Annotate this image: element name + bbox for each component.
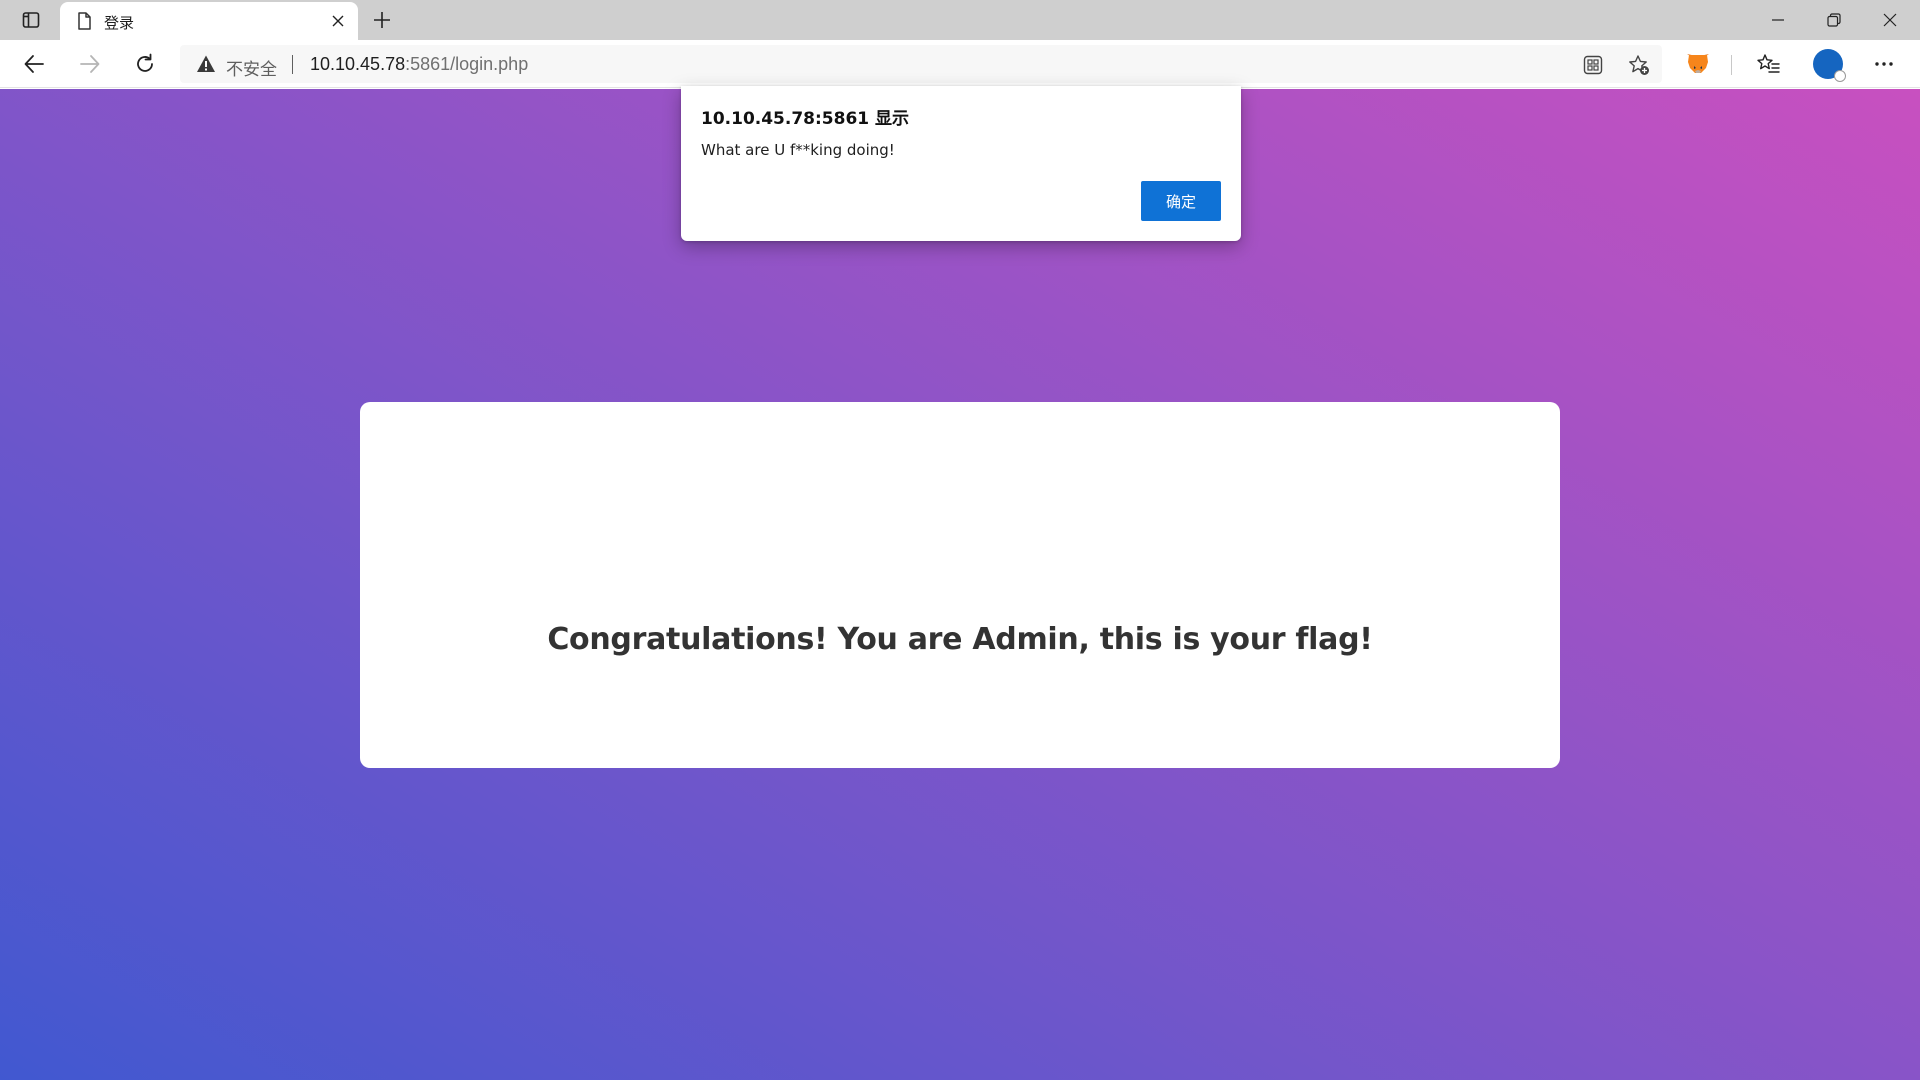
tab-actions-icon xyxy=(22,12,40,28)
window-close-button[interactable] xyxy=(1862,0,1918,40)
close-icon xyxy=(1883,13,1897,27)
more-button[interactable] xyxy=(1866,46,1902,82)
restore-button[interactable] xyxy=(1806,0,1862,40)
toolbar-divider xyxy=(1731,55,1732,75)
browser-toolbar: 不安全 10.10.45.78:5861/login.php xyxy=(0,40,1920,88)
tab-actions-menu-button[interactable] xyxy=(12,4,50,36)
page-icon xyxy=(78,12,91,30)
url-text[interactable]: 10.10.45.78:5861/login.php xyxy=(310,54,528,75)
alert-dialog: 10.10.45.78:5861 显示 What are U f**king d… xyxy=(681,86,1241,241)
metamask-extension-icon xyxy=(1687,54,1709,73)
forward-button[interactable] xyxy=(72,46,108,82)
close-icon xyxy=(332,15,344,27)
more-icon xyxy=(1875,62,1893,66)
favorites-button[interactable] xyxy=(1751,46,1787,82)
restore-icon xyxy=(1827,13,1841,27)
app-available-icon xyxy=(1583,55,1603,75)
result-card: Congratulations! You are Admin, this is … xyxy=(360,402,1560,768)
refresh-icon xyxy=(137,53,153,72)
reload-button[interactable] xyxy=(127,46,163,82)
app-available-button[interactable] xyxy=(1580,52,1606,78)
profile-avatar[interactable] xyxy=(1813,49,1846,82)
dialog-title: 10.10.45.78:5861 显示 xyxy=(701,109,910,129)
add-favorite-button[interactable] xyxy=(1626,52,1652,78)
minimize-button[interactable] xyxy=(1750,0,1806,40)
security-status-label[interactable]: 不安全 xyxy=(226,55,277,80)
arrow-right-icon xyxy=(80,55,100,73)
add-favorite-icon xyxy=(1629,55,1649,75)
plus-icon xyxy=(374,12,390,28)
flag-message: Congratulations! You are Admin, this is … xyxy=(547,622,1373,657)
browser-tab-active[interactable]: 登录 xyxy=(60,2,358,40)
ok-button[interactable]: 确定 xyxy=(1141,181,1221,221)
tab-strip: 登录 xyxy=(0,0,1920,40)
favorites-icon xyxy=(1757,54,1780,73)
new-tab-button[interactable] xyxy=(366,4,398,36)
address-bar[interactable]: 不安全 10.10.45.78:5861/login.php xyxy=(180,45,1662,83)
arrow-left-icon xyxy=(24,55,44,73)
url-path: :5861/login.php xyxy=(405,54,529,74)
url-host: 10.10.45.78 xyxy=(310,54,406,74)
back-button[interactable] xyxy=(16,46,52,82)
warning-icon[interactable] xyxy=(196,54,216,74)
minimize-icon xyxy=(1772,19,1784,21)
address-divider xyxy=(292,55,293,74)
profile-sync-badge xyxy=(1834,70,1846,82)
tab-close-button[interactable] xyxy=(326,9,350,33)
metamask-extension-button[interactable] xyxy=(1680,46,1716,82)
tab-title: 登录 xyxy=(104,14,135,32)
dialog-message: What are U f**king doing! xyxy=(701,141,895,159)
